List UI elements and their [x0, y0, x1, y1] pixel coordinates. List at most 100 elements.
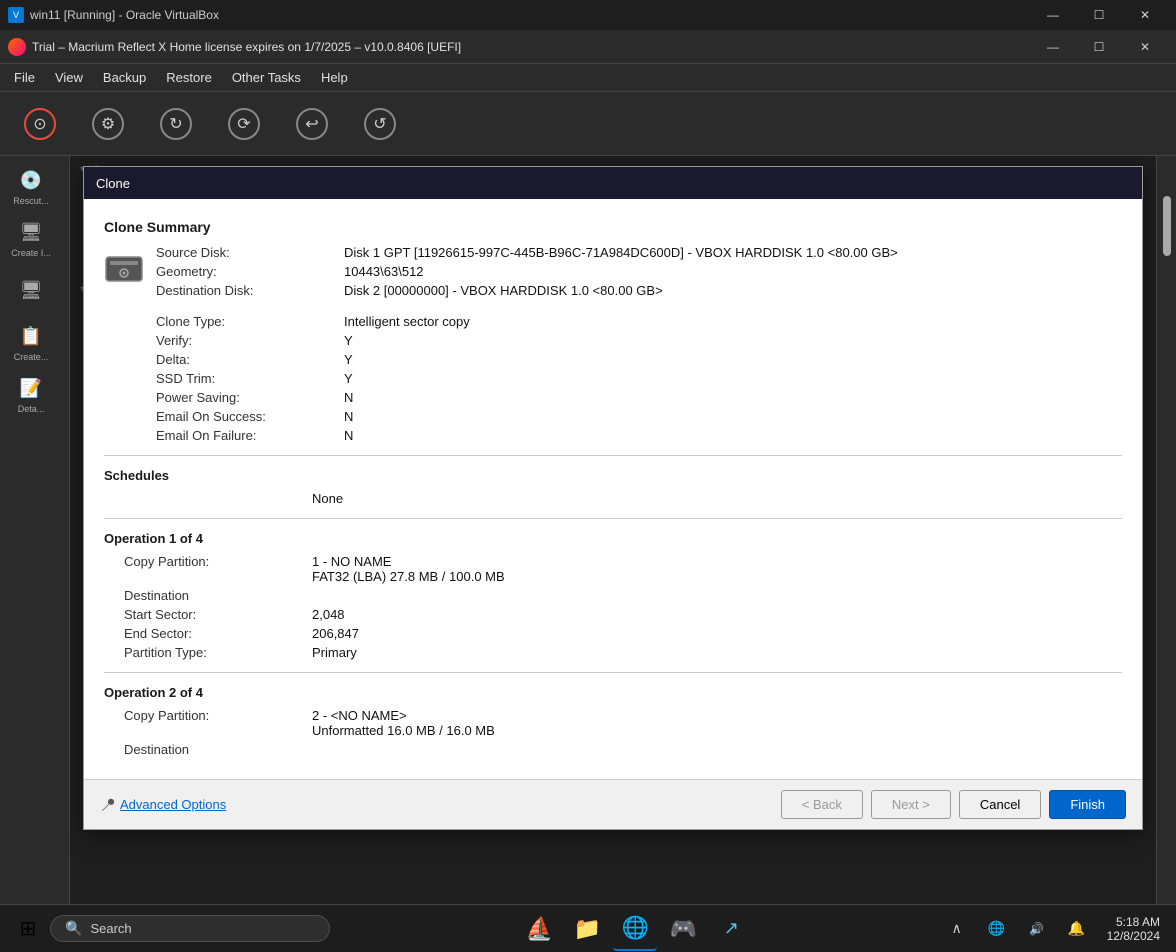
- menu-file[interactable]: File: [4, 66, 45, 89]
- toolbar-button-0[interactable]: ⊙: [8, 96, 72, 152]
- op1-end-label: End Sector:: [124, 626, 304, 641]
- schedules-value: None: [312, 491, 1122, 506]
- op2-copy-label: Copy Partition:: [124, 708, 304, 738]
- app-maximize-button[interactable]: ☐: [1076, 30, 1122, 64]
- back-button[interactable]: < Back: [781, 790, 863, 819]
- network-icon-button[interactable]: 🌐: [981, 913, 1013, 945]
- clone-type-value: Intelligent sector copy: [344, 314, 1122, 329]
- sidebar-item-screen[interactable]: 🖥: [2, 264, 60, 316]
- geometry-label: Geometry:: [156, 264, 336, 279]
- divider-3: [104, 672, 1122, 673]
- sidebar-rescue-label: Rescut...: [13, 196, 49, 206]
- verify-value: Y: [344, 333, 1122, 348]
- menu-backup[interactable]: Backup: [93, 66, 156, 89]
- op1-start-value: 2,048: [312, 607, 1122, 622]
- main-layout: 💿 Rescut... 🖥 Create I... 🖥 📋 Create... …: [0, 156, 1176, 904]
- sidebar-item-create[interactable]: 🖥 Create I...: [2, 212, 60, 264]
- taskbar-right: ∧ 🌐 🔊 🔔 5:18 AM 12/8/2024: [941, 911, 1166, 947]
- dialog-overlay: Clone Clone Summary: [70, 156, 1156, 904]
- dialog-body[interactable]: Clone Summary: [84, 199, 1142, 779]
- create-icon: 🖥: [17, 218, 45, 246]
- speaker-icon: 🔊: [1029, 922, 1044, 936]
- power-saving-value: N: [344, 390, 1122, 405]
- email-failure-label: Email On Failure:: [156, 428, 336, 443]
- edge-icon: 🌐: [622, 915, 649, 941]
- wrench-icon: [100, 797, 116, 813]
- screen-icon: 🖥: [17, 276, 45, 304]
- sidebar-item-details[interactable]: 📝 Deta...: [2, 368, 60, 420]
- app-minimize-button[interactable]: —: [1030, 30, 1076, 64]
- schedules-heading: Schedules: [104, 468, 1122, 483]
- clone-options-grid: Clone Type: Intelligent sector copy Veri…: [104, 314, 1122, 443]
- op2-copy-value: 2 - <NO NAME> Unformatted 16.0 MB / 16.0…: [312, 708, 1122, 738]
- taskbar-app-boat[interactable]: ⛵: [517, 907, 561, 951]
- taskbar-app-share[interactable]: ↗: [709, 907, 753, 951]
- toolbar-button-4[interactable]: ↩: [280, 96, 344, 152]
- app-title-bar: Trial – Macrium Reflect X Home license e…: [0, 30, 1176, 64]
- menu-bar: File View Backup Restore Other Tasks Hel…: [0, 64, 1176, 92]
- dialog-title-text: Clone: [96, 176, 130, 191]
- os-minimize-button[interactable]: —: [1030, 0, 1076, 30]
- sidebar-create2-label: Create...: [14, 352, 49, 362]
- clone-dialog: Clone Clone Summary: [83, 166, 1143, 830]
- op1-heading: Operation 1 of 4: [104, 531, 1122, 546]
- taskbar-app-edge[interactable]: 🌐: [613, 907, 657, 951]
- taskbar-app-files[interactable]: 📁: [565, 907, 609, 951]
- clock-date: 12/8/2024: [1107, 929, 1160, 943]
- toolbar-button-3[interactable]: ⟳: [212, 96, 276, 152]
- verify-label: Verify:: [156, 333, 336, 348]
- taskbar-search[interactable]: 🔍 Search: [50, 915, 330, 942]
- boat-icon: ⛵: [526, 916, 553, 942]
- taskbar-app-game[interactable]: 🎮: [661, 907, 705, 951]
- op1-type-label: Partition Type:: [124, 645, 304, 660]
- menu-other-tasks[interactable]: Other Tasks: [222, 66, 311, 89]
- destination-disk-value: Disk 2 [00000000] - VBOX HARDDISK 1.0 <8…: [344, 283, 1122, 298]
- destination-disk-label: Destination Disk:: [156, 283, 336, 298]
- source-disk-label: Source Disk:: [156, 245, 336, 260]
- clone-summary-heading: Clone Summary: [104, 219, 1122, 235]
- share-icon: ↗: [724, 918, 739, 939]
- os-maximize-button[interactable]: ☐: [1076, 0, 1122, 30]
- os-title-text: win11 [Running] - Oracle VirtualBox: [30, 8, 1030, 22]
- power-saving-label: Power Saving:: [156, 390, 336, 405]
- toolbar-button-2[interactable]: ↻: [144, 96, 208, 152]
- taskbar-apps: ⛵ 📁 🌐 🎮 ↗: [330, 907, 941, 951]
- toolbar-icon-2: ↻: [160, 108, 192, 140]
- os-close-button[interactable]: ✕: [1122, 0, 1168, 30]
- menu-restore[interactable]: Restore: [156, 66, 222, 89]
- app-window: Trial – Macrium Reflect X Home license e…: [0, 30, 1176, 904]
- dialog-title-bar: Clone: [84, 167, 1142, 199]
- rescue-icon: 💿: [17, 166, 45, 194]
- app-close-button[interactable]: ✕: [1122, 30, 1168, 64]
- cancel-button[interactable]: Cancel: [959, 790, 1041, 819]
- sidebar-item-create2[interactable]: 📋 Create...: [2, 316, 60, 368]
- toolbar-button-1[interactable]: ⚙: [76, 96, 140, 152]
- right-panel: [1156, 156, 1176, 904]
- menu-view[interactable]: View: [45, 66, 93, 89]
- op1-end-value: 206,847: [312, 626, 1122, 641]
- bell-icon: 🔔: [1068, 920, 1085, 937]
- clone-type-label: Clone Type:: [156, 314, 336, 329]
- chevron-up-icon: ∧: [951, 920, 961, 937]
- start-button[interactable]: ⊞: [10, 911, 46, 947]
- sidebar-item-rescue[interactable]: 💿 Rescut...: [2, 160, 60, 212]
- geometry-value: 10443\63\512: [344, 264, 1122, 279]
- os-title-bar: V win11 [Running] - Oracle VirtualBox — …: [0, 0, 1176, 30]
- advanced-options-link[interactable]: Advanced Options: [100, 797, 773, 813]
- toolbar-button-5[interactable]: ↺: [348, 96, 412, 152]
- op1-copy-value: 1 - NO NAME FAT32 (LBA) 27.8 MB / 100.0 …: [312, 554, 1122, 584]
- notification-button[interactable]: 🔔: [1061, 913, 1093, 945]
- toolbar: ⊙ ⚙ ↻ ⟳ ↩ ↺: [0, 92, 1176, 156]
- menu-help[interactable]: Help: [311, 66, 358, 89]
- next-button[interactable]: Next >: [871, 790, 951, 819]
- show-hidden-button[interactable]: ∧: [941, 913, 973, 945]
- toolbar-icon-1: ⚙: [92, 108, 124, 140]
- sidebar-details-label: Deta...: [18, 404, 45, 414]
- files-icon: 📁: [574, 916, 601, 942]
- ssd-trim-label: SSD Trim:: [156, 371, 336, 386]
- dialog-footer: Advanced Options < Back Next > Cancel Fi…: [84, 779, 1142, 829]
- finish-button[interactable]: Finish: [1049, 790, 1126, 819]
- app-icon: [8, 38, 26, 56]
- system-clock[interactable]: 5:18 AM 12/8/2024: [1101, 911, 1166, 947]
- sound-icon-button[interactable]: 🔊: [1021, 913, 1053, 945]
